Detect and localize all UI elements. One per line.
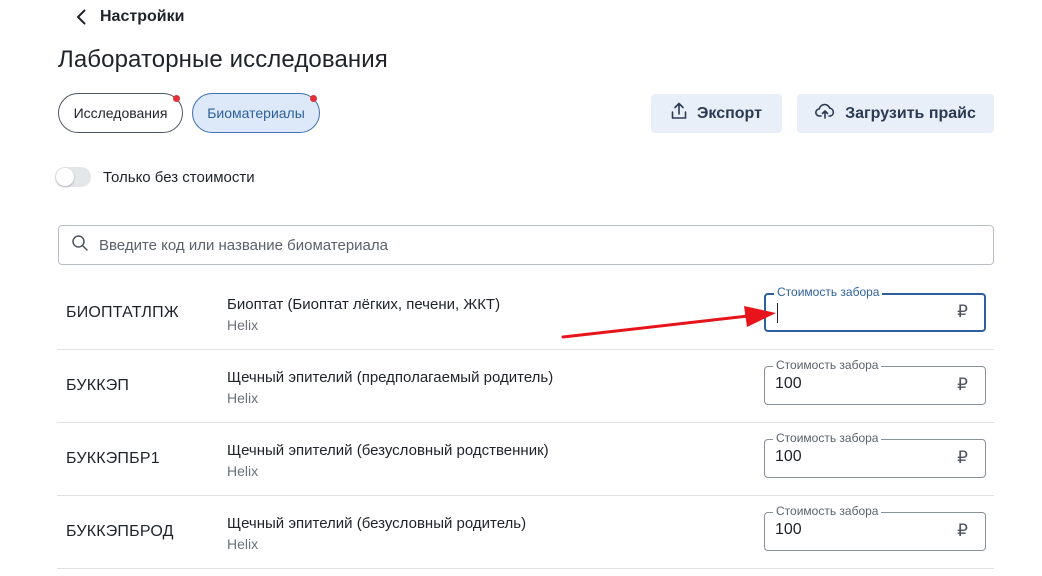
biomaterial-name: Щечный эпителий (предполагаемый родитель… xyxy=(227,369,554,386)
price-input[interactable] xyxy=(775,302,935,320)
biomaterial-source: Helix xyxy=(227,536,259,552)
biomaterial-code: БИОПТАТЛПЖ xyxy=(66,304,179,321)
biomaterial-source: Helix xyxy=(227,463,259,479)
toggle-knob xyxy=(56,168,74,186)
search-input[interactable] xyxy=(99,236,959,254)
biomaterial-source: Helix xyxy=(227,390,259,406)
ruble-icon: ₽ xyxy=(957,521,968,540)
biomaterial-code: БУККЭПБР1 xyxy=(66,450,160,467)
toggle-label: Только без стоимости xyxy=(103,168,255,186)
cloud-upload-icon xyxy=(815,103,835,124)
ruble-icon: ₽ xyxy=(957,448,968,467)
search-icon xyxy=(71,234,89,257)
back-label: Настройки xyxy=(100,8,185,25)
biomaterial-list: БИОПТАТЛПЖ Биоптат (Биоптат лёгких, пече… xyxy=(57,277,994,569)
upload-price-button[interactable]: Загрузить прайс xyxy=(797,94,994,133)
price-field-label: Стоимость забора xyxy=(773,358,882,372)
price-field: Стоимость забора ₽ xyxy=(764,285,986,332)
price-field: Стоимость забора ₽ xyxy=(764,358,986,405)
biomaterial-source: Helix xyxy=(227,317,259,333)
list-item: БУККЭПБР1 Щечный эпителий (безусловный р… xyxy=(57,423,994,496)
tab-label: Биоматериалы xyxy=(207,105,305,121)
price-field: Стоимость забора ₽ xyxy=(764,431,986,478)
tab-research[interactable]: Исследования xyxy=(58,93,183,133)
price-field-label: Стоимость забора xyxy=(773,431,882,445)
ruble-icon: ₽ xyxy=(957,375,968,394)
price-input[interactable] xyxy=(775,448,935,466)
filter-toggle-row: Только без стоимости xyxy=(55,166,255,188)
export-button[interactable]: Экспорт xyxy=(651,94,782,133)
tab-label: Исследования xyxy=(73,105,168,121)
no-price-toggle[interactable] xyxy=(55,167,91,187)
price-field-label: Стоимость забора xyxy=(773,504,882,518)
price-input[interactable] xyxy=(775,375,935,393)
text-caret xyxy=(777,303,778,323)
list-item: БУККЭПБРОД Щечный эпителий (безусловный … xyxy=(57,496,994,569)
page-title: Лабораторные исследования xyxy=(58,46,388,73)
biomaterial-code: БУККЭП xyxy=(66,377,130,394)
export-label: Экспорт xyxy=(697,104,762,122)
biomaterial-name: Щечный эпителий (безусловный родитель) xyxy=(227,515,527,532)
upload-price-label: Загрузить прайс xyxy=(845,104,976,122)
price-field-label: Стоимость забора xyxy=(774,285,883,299)
upload-icon xyxy=(671,102,687,125)
tab-biomaterials[interactable]: Биоматериалы xyxy=(192,93,320,133)
price-input[interactable] xyxy=(775,521,935,539)
notification-dot xyxy=(173,95,180,102)
ruble-icon: ₽ xyxy=(957,302,968,321)
biomaterial-name: Щечный эпителий (безусловный родственник… xyxy=(227,442,549,459)
price-field: Стоимость забора ₽ xyxy=(764,504,986,551)
list-item: БИОПТАТЛПЖ Биоптат (Биоптат лёгких, пече… xyxy=(57,277,994,350)
back-button[interactable]: Настройки xyxy=(76,6,184,28)
biomaterial-name: Биоптат (Биоптат лёгких, печени, ЖКТ) xyxy=(227,296,501,313)
search-box xyxy=(58,225,994,265)
chevron-left-icon xyxy=(76,9,86,25)
notification-dot xyxy=(310,95,317,102)
list-item: БУККЭП Щечный эпителий (предполагаемый р… xyxy=(57,350,994,423)
biomaterial-code: БУККЭПБРОД xyxy=(66,523,174,540)
